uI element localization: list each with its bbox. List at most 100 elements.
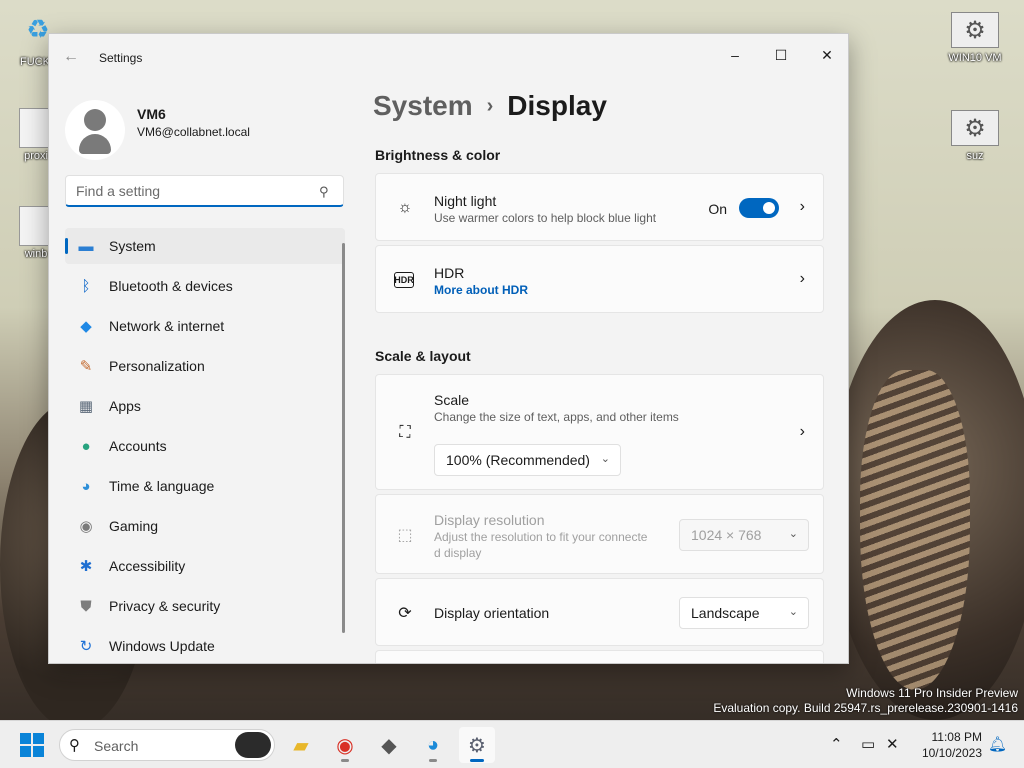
avatar-head-shape bbox=[84, 109, 106, 131]
avatar-body-shape bbox=[79, 134, 111, 154]
sidebar-item-label: Accessibility bbox=[109, 558, 186, 574]
resolution-title: Display resolution bbox=[434, 512, 545, 528]
roblox-icon: ◆ bbox=[381, 734, 397, 757]
volume-muted-icon[interactable]: ✕ bbox=[886, 735, 899, 753]
close-button[interactable]: ✕ bbox=[804, 40, 848, 70]
desktop-icon-label: suz bbox=[966, 150, 984, 162]
title-bar[interactable]: ← Settings – ☐ ✕ bbox=[49, 34, 848, 82]
search-icon[interactable]: ⚲ bbox=[319, 184, 329, 200]
sidebar-item-windows-update[interactable]: ↻ Windows Update bbox=[65, 628, 345, 663]
orientation-title: Display orientation bbox=[434, 605, 550, 621]
night-light-toggle[interactable] bbox=[739, 198, 779, 218]
resolution-card: ⬚ Display resolution Adjust the resoluti… bbox=[375, 494, 824, 574]
watermark-line2: Evaluation copy. Build 25947.rs_prerelea… bbox=[713, 701, 1018, 715]
wallpaper-shape bbox=[860, 370, 970, 690]
chevron-down-icon: ⌄ bbox=[788, 606, 798, 618]
orientation-dropdown[interactable]: Landscape ⌄ bbox=[679, 597, 809, 629]
orientation-value: Landscape bbox=[691, 605, 760, 621]
chevron-up-icon[interactable]: ⌃ bbox=[830, 735, 843, 753]
brightness-icon: ☼ bbox=[397, 199, 413, 216]
sidebar-item-time-language[interactable]: ◕ Time & language bbox=[65, 468, 345, 504]
resolution-value: 1024 × 768 bbox=[691, 527, 762, 543]
sidebar-nav: ▬ System ᛒ Bluetooth & devices ◆ Network & in… bbox=[65, 228, 345, 663]
resolution-subtitle-line1: Adjust the resolution to fit your connec… bbox=[434, 530, 648, 544]
next-setting-card[interactable] bbox=[375, 650, 824, 663]
sidebar-item-label: Apps bbox=[109, 398, 141, 414]
orientation-icon: ⟳ bbox=[398, 605, 412, 622]
scale-value: 100% (Recommended) bbox=[446, 452, 590, 468]
hdr-more-link[interactable]: More about HDR bbox=[434, 283, 528, 297]
user-profile[interactable]: VM6 VM6@collabnet.local bbox=[65, 100, 345, 160]
clock[interactable]: 11:08 PM 10/10/2023 bbox=[912, 729, 982, 761]
taskbar-search[interactable]: ⚲ Search bbox=[59, 729, 275, 761]
sidebar-item-gaming[interactable]: ◉ Gaming bbox=[65, 508, 345, 544]
sidebar-item-label: Network & internet bbox=[109, 318, 225, 334]
monitor-icon: ▬ bbox=[78, 237, 94, 255]
scale-title: Scale bbox=[434, 392, 470, 408]
settings-taskbar-button[interactable]: ⚙ bbox=[459, 727, 495, 763]
sidebar-item-personalization[interactable]: ✎ Personalization bbox=[65, 348, 345, 384]
scale-subtitle: Change the size of text, apps, and other… bbox=[434, 410, 679, 424]
chevron-right-icon: › bbox=[799, 270, 805, 287]
sidebar-item-privacy-security[interactable]: ⛊ Privacy & security bbox=[65, 588, 345, 624]
clock-time: 11:08 PM bbox=[931, 730, 982, 744]
bluetooth-icon: ᛒ bbox=[81, 277, 91, 295]
taskbar-search-label: Search bbox=[94, 738, 139, 754]
back-arrow-icon[interactable]: ← bbox=[63, 48, 83, 68]
section-title-brightness: Brightness & color bbox=[375, 147, 501, 163]
sidebar-item-bluetooth-devices[interactable]: ᛒ Bluetooth & devices bbox=[65, 268, 345, 304]
sidebar-item-label: Bluetooth & devices bbox=[109, 278, 233, 294]
app-title: Settings bbox=[99, 51, 143, 65]
chrome-icon: ◉ bbox=[336, 734, 354, 757]
hdr-card[interactable]: HDR HDR More about HDR › bbox=[375, 245, 824, 313]
folder-icon: ▰ bbox=[293, 734, 309, 757]
sidebar-item-accessibility[interactable]: ✱ Accessibility bbox=[65, 548, 345, 584]
wifi-icon: ◆ bbox=[80, 318, 92, 335]
section-title-scale-layout: Scale & layout bbox=[375, 348, 471, 364]
sidebar-item-apps[interactable]: ▦ Apps bbox=[65, 388, 345, 424]
edge-button[interactable]: ◕ bbox=[415, 727, 451, 763]
avatar[interactable] bbox=[65, 100, 125, 160]
sidebar-item-network-internet[interactable]: ◆ Network & internet bbox=[65, 308, 345, 344]
scale-icon: ⛶ bbox=[399, 424, 411, 441]
orientation-card[interactable]: ⟳ Display orientation Landscape ⌄ bbox=[375, 578, 824, 646]
scale-dropdown[interactable]: 100% (Recommended) ⌄ bbox=[434, 444, 621, 476]
gear-icon: ⚙ bbox=[951, 110, 999, 146]
night-light-subtitle: Use warmer colors to help block blue lig… bbox=[434, 211, 657, 225]
sidebar-item-label: System bbox=[109, 238, 156, 254]
clock-date: 10/10/2023 bbox=[921, 746, 982, 760]
minimize-button[interactable]: – bbox=[712, 40, 758, 70]
desktop-icon-suz[interactable]: ⚙ suz bbox=[940, 110, 1010, 162]
desktop-icon-win10-vm[interactable]: ⚙ WIN10 VM bbox=[940, 12, 1010, 64]
resolution-icon: ⬚ bbox=[397, 527, 413, 544]
profile-email: VM6@collabnet.local bbox=[137, 125, 250, 139]
sidebar-item-label: Time & language bbox=[109, 478, 215, 494]
sidebar-scrollbar[interactable] bbox=[342, 243, 345, 633]
file-explorer-button[interactable]: ▰ bbox=[283, 727, 319, 763]
search-input[interactable] bbox=[65, 175, 344, 207]
chrome-button[interactable]: ◉ bbox=[327, 727, 363, 763]
night-light-card[interactable]: ☼ Night light Use warmer colors to help … bbox=[375, 173, 824, 241]
accessibility-icon: ✱ bbox=[79, 558, 93, 575]
roblox-button[interactable]: ◆ bbox=[371, 727, 407, 763]
windows-logo-icon bbox=[20, 733, 44, 757]
person-icon: ● bbox=[81, 437, 91, 455]
scale-card[interactable]: ⛶ Scale Change the size of text, apps, a… bbox=[375, 374, 824, 490]
network-icon[interactable]: ▭ bbox=[861, 735, 875, 753]
sync-icon: ↻ bbox=[79, 638, 93, 655]
gear-icon: ⚙ bbox=[951, 12, 999, 48]
toggle-knob bbox=[763, 202, 775, 214]
notification-bell-icon[interactable]: 🔔︎ bbox=[988, 735, 1007, 753]
page-title: Display bbox=[507, 90, 607, 121]
start-button[interactable] bbox=[14, 727, 50, 763]
hdr-title: HDR bbox=[434, 265, 465, 281]
chevron-right-icon: › bbox=[799, 423, 805, 440]
hdr-icon: HDR bbox=[394, 272, 414, 288]
sidebar-item-accounts[interactable]: ● Accounts bbox=[65, 428, 345, 464]
search-highlight-image bbox=[235, 732, 271, 758]
sidebar-item-system[interactable]: ▬ System bbox=[65, 228, 345, 264]
maximize-button[interactable]: ☐ bbox=[758, 40, 804, 70]
breadcrumb-parent[interactable]: System bbox=[373, 90, 473, 121]
desktop-icon-label: WIN10 VM bbox=[948, 52, 1002, 64]
sidebar-item-label: Privacy & security bbox=[109, 598, 221, 614]
